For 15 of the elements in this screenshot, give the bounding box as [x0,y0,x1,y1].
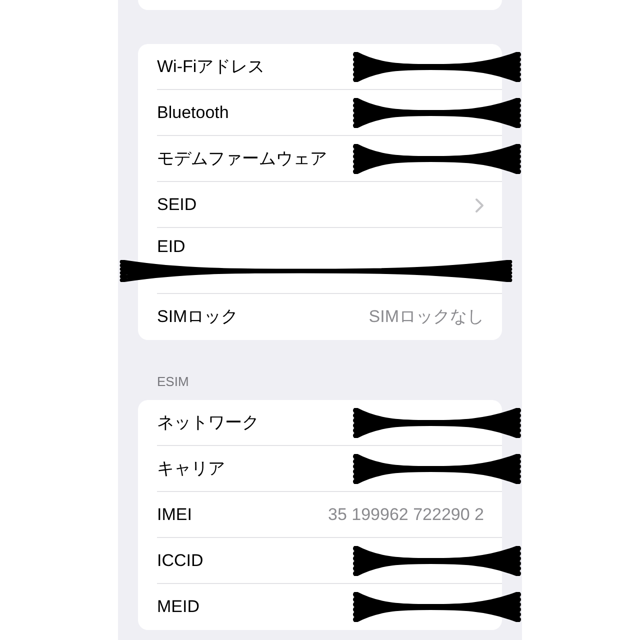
row-value: SIMロックなし [368,306,484,328]
row-label: モデムファームウェア [157,148,327,170]
row-label: ネットワーク [157,412,259,434]
chevron-icon[interactable] [475,198,484,212]
row-label: EID [157,236,186,258]
section-header: ESIM [157,374,190,390]
row-label: Wi-Fiアドレス [157,56,265,78]
row-value: 35 199962 722290 2 [328,504,484,526]
row-label: ICCID [157,550,204,572]
row-label: MEID [157,596,200,618]
row-label: キャリア [157,458,225,480]
row-label: SIMロック [157,306,238,328]
row-label: SEID [157,194,197,216]
row-label: IMEI [157,504,192,526]
row-label: Bluetooth [157,102,229,124]
